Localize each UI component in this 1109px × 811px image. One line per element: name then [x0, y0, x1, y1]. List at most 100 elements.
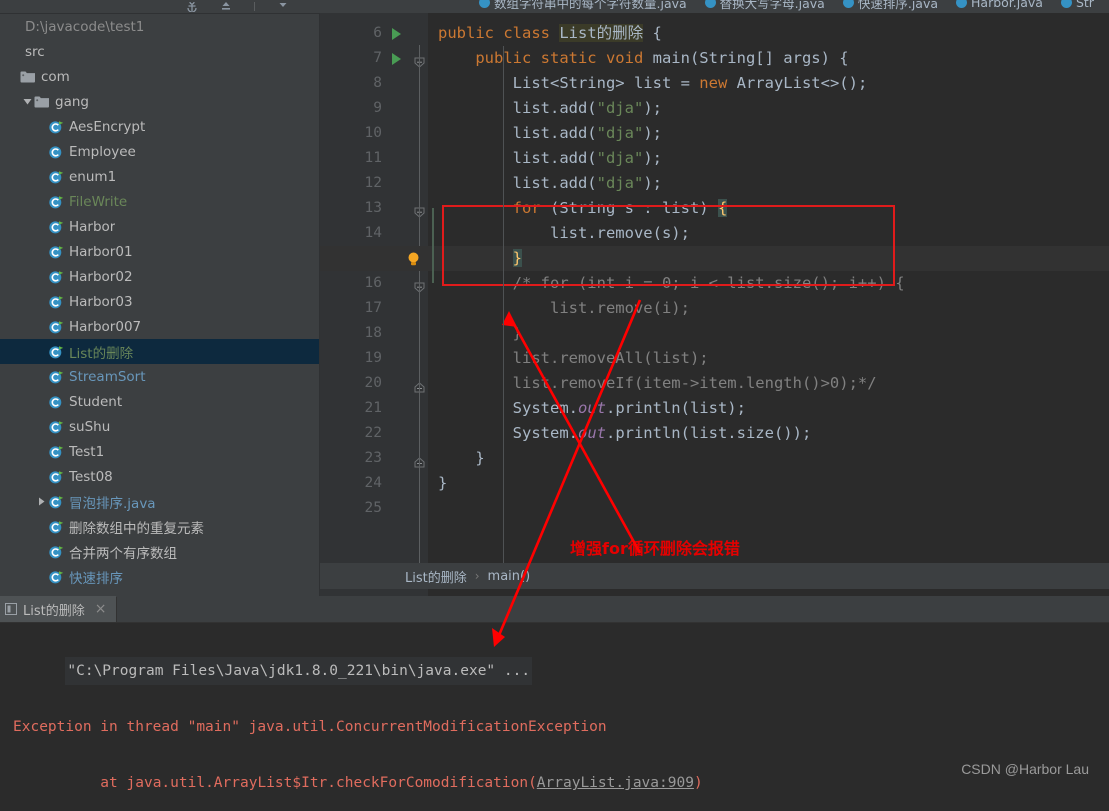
editor-gutter[interactable]: 678910111213141516171819202122232425 [320, 13, 428, 596]
breadcrumb-separator: › [474, 569, 480, 583]
anchor-icon[interactable] [186, 1, 198, 12]
folder-icon [20, 70, 36, 83]
tree-item-20[interactable]: 删除数组中的重复元素 [0, 514, 320, 539]
tree-item-label: Harbor02 [69, 268, 133, 285]
tree-item-21[interactable]: 合并两个有序数组 [0, 539, 320, 564]
code-line-22[interactable]: System.out.println(list.size()); [438, 421, 812, 446]
tree-item-18[interactable]: Test08 [0, 464, 320, 489]
tree-item-11[interactable]: Harbor03 [0, 289, 320, 314]
tree-item-14[interactable]: StreamSort [0, 364, 320, 389]
java-class-icon [842, 0, 854, 8]
code-line-10[interactable]: list.add("dja"); [438, 121, 662, 146]
code-line-13[interactable]: for (String s : list) { [438, 196, 728, 221]
code-line-17[interactable]: list.remove(i); [438, 296, 690, 321]
java-class-icon [48, 269, 64, 285]
code-line-7[interactable]: public static void main(String[] args) { [438, 46, 848, 71]
code-line-24[interactable]: } [438, 471, 447, 496]
project-tree-panel[interactable]: D:\javacode\test1 src com gang AesEncrypt Emp… [0, 14, 320, 596]
editor-tab[interactable]: 快速排序.java [834, 0, 947, 13]
line-number: 9 [373, 100, 382, 116]
tree-item-label: suShu [69, 418, 111, 435]
tree-item-8[interactable]: Harbor [0, 214, 320, 239]
tree-item-label: Test08 [69, 468, 113, 485]
editor-tab-label: 替换大写字母.java [719, 0, 825, 11]
code-line-23[interactable]: } [438, 446, 484, 471]
editor-tab-label: Harbor.java [971, 0, 1043, 10]
line-number: 12 [364, 175, 382, 191]
tree-item-label: 合并两个有序数组 [69, 545, 177, 562]
code-area[interactable]: public class List的删除 { public static voi… [320, 13, 1109, 569]
java-class-icon [48, 194, 64, 210]
console-tab[interactable]: List的删除 × [0, 596, 117, 622]
editor-tab[interactable]: 数组字符串中的每个字符数量.java [470, 0, 696, 13]
indent-guide [503, 46, 504, 566]
breadcrumb-method[interactable]: main() [488, 569, 531, 584]
run-gutter-icon[interactable] [392, 53, 401, 65]
code-line-16[interactable]: /* for (int i = 0; i < list.size(); i++)… [438, 271, 905, 296]
java-class-icon [48, 444, 64, 460]
code-line-14[interactable]: list.remove(s); [438, 221, 690, 246]
annotation-text: 增强for循环删除会报错 [570, 539, 740, 558]
tree-item-9[interactable]: Harbor01 [0, 239, 320, 264]
download-icon[interactable] [277, 2, 289, 12]
editor-tab[interactable]: Harbor.java [947, 0, 1052, 13]
line-number: 22 [364, 425, 382, 441]
tree-item-3[interactable]: gang [0, 89, 320, 114]
tree-item-label: Harbor007 [69, 318, 142, 335]
tree-item-4[interactable]: AesEncrypt [0, 114, 320, 139]
breadcrumb-class[interactable]: List的删除 [405, 567, 467, 586]
console-exception-line: Exception in thread "main" java.util.Con… [13, 719, 607, 735]
java-class-icon [479, 0, 490, 8]
tree-item-label: 冒泡排序.java [69, 495, 156, 512]
tree-item-19[interactable]: 冒泡排序.java [0, 489, 320, 514]
code-line-11[interactable]: list.add("dja"); [438, 146, 662, 171]
console-tab-filler [116, 597, 1109, 622]
stack-link[interactable]: ArrayList.java:909 [537, 775, 694, 791]
java-class-icon [704, 0, 716, 8]
run-gutter-icon[interactable] [392, 28, 401, 40]
tree-item-12[interactable]: Harbor007 [0, 314, 320, 339]
tree-item-label: Harbor [69, 218, 116, 235]
code-line-21[interactable]: System.out.println(list); [438, 396, 746, 421]
console-tab-bar[interactable]: List的删除 × [0, 596, 1109, 623]
code-line-15[interactable]: } [438, 246, 522, 271]
code-line-18[interactable]: } [438, 321, 522, 346]
java-class-icon [48, 119, 64, 135]
java-class-icon [48, 244, 64, 260]
editor-tab[interactable]: Str [1052, 0, 1103, 13]
tree-item-7[interactable]: FileWrite [0, 189, 320, 214]
code-line-12[interactable]: list.add("dja"); [438, 171, 662, 196]
tree-item-2[interactable]: com [0, 64, 320, 89]
breadcrumb[interactable]: List的删除 › main() [320, 563, 1109, 589]
block-scope-stripe [432, 208, 434, 283]
upload-icon[interactable] [220, 1, 232, 12]
line-number: 10 [364, 125, 382, 141]
tree-item-16[interactable]: suShu [0, 414, 320, 439]
code-editor[interactable]: 678910111213141516171819202122232425 pub… [320, 13, 1109, 596]
console-output[interactable]: "C:\Program Files\Java\jdk1.8.0_221\bin\… [0, 623, 1109, 811]
chevron-down-icon[interactable] [20, 97, 34, 106]
code-line-9[interactable]: list.add("dja"); [438, 96, 662, 121]
stack-prefix: at java.util.ArrayList$Itr.checkForComod… [65, 775, 537, 791]
tree-item-22[interactable]: 快速排序 [0, 564, 320, 589]
chevron-right-icon[interactable] [34, 497, 48, 506]
ide-window: 数组字符串中的每个字符数量.java 替换大写字母.java 快速排序.java… [0, 0, 1109, 811]
editor-tab-strip[interactable]: 数组字符串中的每个字符数量.java 替换大写字母.java 快速排序.java… [320, 0, 1109, 13]
tree-item-0[interactable]: D:\javacode\test1 [0, 14, 320, 39]
tree-item-6[interactable]: enum1 [0, 164, 320, 189]
tree-item-10[interactable]: Harbor02 [0, 264, 320, 289]
line-number: 17 [364, 300, 382, 316]
code-line-19[interactable]: list.removeAll(list); [438, 346, 709, 371]
tree-item-15[interactable]: Student [0, 389, 320, 414]
line-number: 8 [373, 75, 382, 91]
tree-item-5[interactable]: Employee [0, 139, 320, 164]
close-icon[interactable]: × [95, 601, 107, 617]
tree-item-13[interactable]: List的删除 [0, 339, 320, 364]
lightbulb-intention-icon[interactable] [406, 251, 420, 267]
tree-item-label: src [25, 43, 45, 60]
editor-tab[interactable]: 替换大写字母.java [696, 0, 834, 13]
code-line-6[interactable]: public class List的删除 { [438, 21, 662, 46]
java-class-icon [48, 169, 64, 185]
tree-item-1[interactable]: src [0, 39, 320, 64]
tree-item-17[interactable]: Test1 [0, 439, 320, 464]
